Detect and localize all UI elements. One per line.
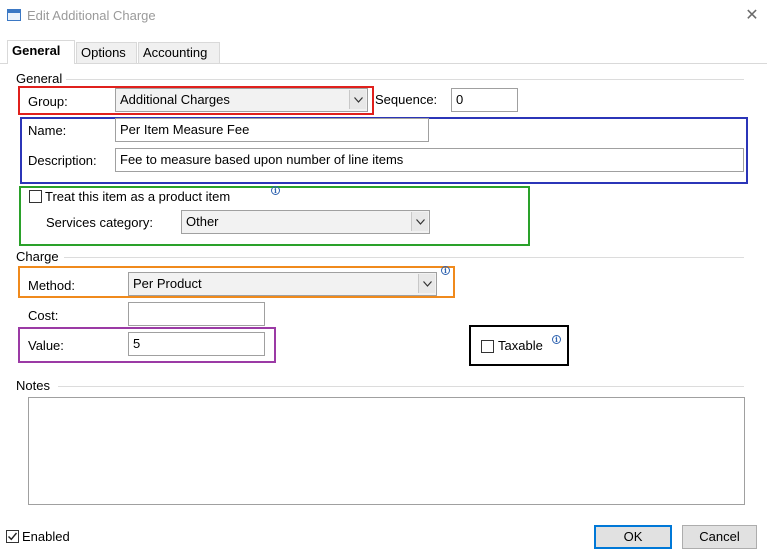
charge-section-label: Charge (16, 249, 59, 264)
name-label: Name: (28, 123, 67, 138)
tab-accounting[interactable]: Accounting (138, 42, 220, 63)
enabled-checkbox[interactable] (6, 530, 19, 543)
tab-general[interactable]: General (7, 40, 75, 64)
window-icon (7, 9, 21, 21)
notes-divider (58, 386, 744, 387)
chevron-down-icon[interactable] (411, 212, 428, 231)
checkmark-icon (8, 532, 18, 541)
sequence-input[interactable]: 0 (451, 88, 518, 112)
tab-options[interactable]: Options (76, 42, 137, 63)
services-category-value: Other (186, 214, 219, 229)
info-icon[interactable]: i (441, 266, 450, 275)
notes-section-label: Notes (16, 378, 50, 393)
method-select-value: Per Product (133, 276, 202, 291)
general-divider (66, 79, 744, 80)
method-select[interactable]: Per Product (128, 272, 437, 296)
chevron-down-icon[interactable] (349, 90, 366, 109)
value-input[interactable]: 5 (128, 332, 265, 356)
window-title: Edit Additional Charge (27, 8, 156, 23)
group-select-value: Additional Charges (120, 92, 230, 107)
group-select[interactable]: Additional Charges (115, 88, 368, 112)
description-label: Description: (28, 153, 97, 168)
taxable-label: Taxable (498, 338, 543, 353)
services-category-select[interactable]: Other (181, 210, 430, 234)
general-section-label: General (16, 71, 63, 86)
cost-input[interactable] (128, 302, 265, 326)
enabled-label: Enabled (22, 529, 70, 544)
notes-textarea[interactable] (28, 397, 745, 505)
charge-divider (64, 257, 744, 258)
tab-divider (0, 63, 767, 64)
group-label: Group: (28, 94, 68, 109)
cost-label: Cost: (28, 308, 59, 323)
value-label: Value: (28, 338, 64, 353)
description-input[interactable]: Fee to measure based upon number of line… (115, 148, 744, 172)
chevron-down-icon[interactable] (418, 274, 435, 293)
info-icon[interactable]: i (271, 186, 280, 195)
services-category-label: Services category: (46, 215, 153, 230)
method-label: Method: (28, 278, 75, 293)
info-icon[interactable]: i (552, 335, 561, 344)
product-item-label: Treat this item as a product item (45, 189, 231, 204)
cancel-button[interactable]: Cancel (682, 525, 757, 549)
ok-button[interactable]: OK (594, 525, 672, 549)
name-input[interactable]: Per Item Measure Fee (115, 118, 429, 142)
close-icon[interactable]: ✕ (741, 5, 763, 27)
product-item-checkbox[interactable] (29, 190, 42, 203)
sequence-label: Sequence: (375, 92, 438, 107)
taxable-checkbox[interactable] (481, 340, 494, 353)
